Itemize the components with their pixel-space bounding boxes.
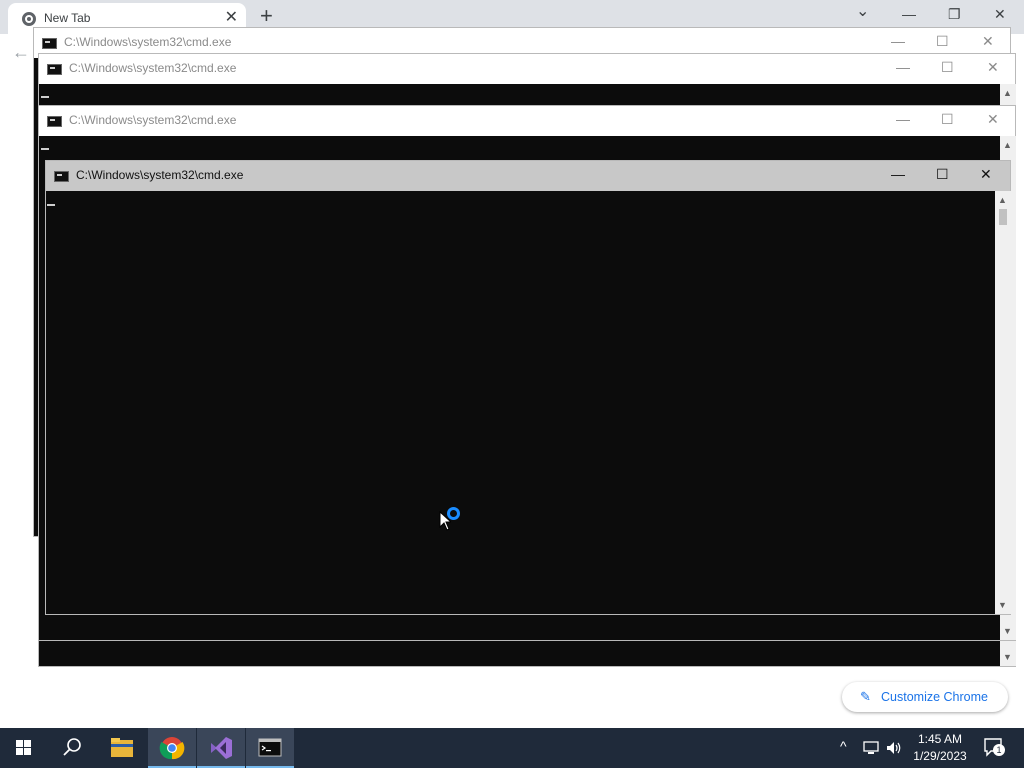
scroll-up-arrow-icon[interactable]: ▲ <box>998 195 1007 205</box>
cmd-minimize-button[interactable]: — <box>891 166 905 182</box>
start-button[interactable] <box>0 728 48 768</box>
cmd-window-4-titlebar[interactable]: C:\Windows\system32\cmd.exe — ☐ ✕ <box>46 161 1010 191</box>
cmd-window-title: C:\Windows\system32\cmd.exe <box>76 168 244 182</box>
show-hidden-icons-chevron-icon[interactable]: ^ <box>840 738 847 754</box>
notification-count-badge: 1 <box>993 744 1005 756</box>
search-icon <box>63 738 81 756</box>
scroll-down-arrow-icon[interactable]: ▼ <box>1003 652 1012 662</box>
minimize-window-button[interactable]: — <box>902 6 916 22</box>
visual-studio-icon <box>211 737 232 759</box>
clock-time[interactable]: 1:45 AM <box>900 732 980 746</box>
cmd-scrollbar[interactable]: ▲ ▼ <box>995 191 1011 614</box>
cmd-maximize-button[interactable]: ☐ <box>936 166 949 182</box>
console-cursor <box>41 148 49 150</box>
busy-spinner-icon <box>447 507 460 520</box>
scroll-down-arrow-icon[interactable]: ▼ <box>1003 626 1012 636</box>
chrome-icon <box>159 737 185 760</box>
chrome-taskbar-button[interactable] <box>148 728 196 768</box>
cmd-close-button[interactable]: ✕ <box>987 59 999 75</box>
scroll-down-arrow-icon[interactable]: ▼ <box>998 600 1007 610</box>
tab-search-icon[interactable]: ⌄ <box>856 4 869 20</box>
cmd-icon <box>42 38 57 49</box>
scroll-up-arrow-icon[interactable]: ▲ <box>1003 140 1012 150</box>
cmd-window-3-titlebar[interactable]: C:\Windows\system32\cmd.exe — ☐ ✕ <box>39 106 1015 136</box>
customize-chrome-label: Customize Chrome <box>881 690 988 704</box>
cmd-icon <box>47 116 62 127</box>
tab-title: New Tab <box>44 11 91 25</box>
folder-icon <box>111 738 133 757</box>
customize-chrome-button[interactable]: ✎ Customize Chrome <box>842 682 1008 712</box>
action-center-button[interactable]: 1 <box>982 736 1005 758</box>
cmd-minimize-button[interactable]: — <box>896 111 910 127</box>
cmd-maximize-button[interactable]: ☐ <box>936 33 949 49</box>
cmd-close-button[interactable]: ✕ <box>980 166 992 182</box>
cmd-maximize-button[interactable]: ☐ <box>941 59 954 75</box>
cmd-close-button[interactable]: ✕ <box>987 111 999 127</box>
cmd-close-button[interactable]: ✕ <box>982 33 994 49</box>
desktop-screen: New Tab ✕ + ⌄ — ❐ ✕ ← C:\Windows\system3… <box>0 0 1024 768</box>
close-window-button[interactable]: ✕ <box>994 6 1006 22</box>
scroll-up-arrow-icon[interactable]: ▲ <box>1003 88 1012 98</box>
cmd-window-title: C:\Windows\system32\cmd.exe <box>64 35 232 49</box>
search-button[interactable] <box>48 728 96 768</box>
terminal-icon <box>258 738 282 757</box>
scrollbar-thumb[interactable] <box>999 209 1007 225</box>
cmd-minimize-button[interactable]: — <box>891 33 905 49</box>
cmd-icon <box>54 171 69 182</box>
cmd-maximize-button[interactable]: ☐ <box>941 111 954 127</box>
chrome-tab-icon <box>22 12 36 26</box>
cmd-taskbar-button[interactable] <box>246 728 294 768</box>
cmd-icon <box>47 64 62 75</box>
cmd-window-title: C:\Windows\system32\cmd.exe <box>69 61 237 75</box>
cmd-window-4-active[interactable]: C:\Windows\system32\cmd.exe — ☐ ✕ ▲ ▼ <box>45 160 1011 615</box>
network-icon[interactable] <box>862 740 880 756</box>
back-arrow-icon[interactable]: ← <box>12 42 30 63</box>
console-cursor <box>47 204 55 206</box>
visual-studio-taskbar-button[interactable] <box>197 728 245 768</box>
clock-date[interactable]: 1/29/2023 <box>900 749 980 763</box>
new-tab-button[interactable]: + <box>260 4 273 28</box>
cmd-window-2-titlebar[interactable]: C:\Windows\system32\cmd.exe — ☐ ✕ <box>39 54 1015 84</box>
pencil-icon: ✎ <box>860 689 871 704</box>
console-cursor <box>41 96 49 98</box>
taskbar: ^ 1:45 AM 1/29/2023 1 <box>0 728 1024 768</box>
cmd-minimize-button[interactable]: — <box>896 59 910 75</box>
file-explorer-taskbar-button[interactable] <box>98 728 146 768</box>
windows-logo-icon <box>16 740 31 755</box>
tab-close-icon[interactable]: ✕ <box>225 9 238 27</box>
cmd-window-title: C:\Windows\system32\cmd.exe <box>69 113 237 127</box>
restore-window-button[interactable]: ❐ <box>948 6 961 22</box>
